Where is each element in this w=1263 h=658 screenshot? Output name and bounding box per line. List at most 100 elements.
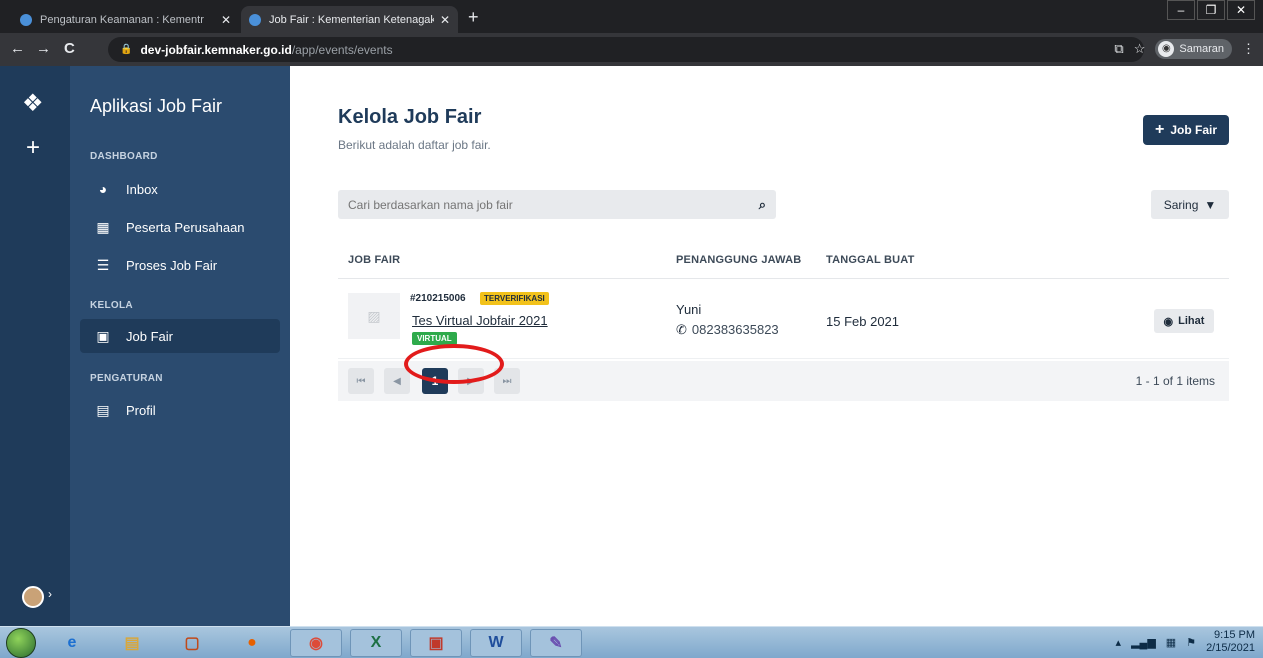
job-fair-table: JOB FAIR PENANGGUNG JAWAB TANGGAL BUAT ▨… xyxy=(338,243,1229,359)
start-button[interactable] xyxy=(6,628,36,658)
clock-time: 9:15 PM xyxy=(1214,629,1255,641)
url-field[interactable]: 🔒 dev-jobfair.kemnaker.go.id/app/events/… xyxy=(108,37,1144,62)
logo-icon[interactable]: ❖ xyxy=(22,92,44,116)
plus-icon: + xyxy=(1154,121,1165,138)
tab-title: Job Fair : Kementerian Ketenagak xyxy=(269,13,434,26)
clock[interactable]: 9:15 PM 2/15/2021 xyxy=(1206,629,1255,655)
lock-icon: 🔒 xyxy=(120,44,133,55)
event-name-link[interactable]: Tes Virtual Jobfair 2021 xyxy=(412,313,548,328)
back-icon[interactable]: ← xyxy=(10,40,25,58)
url-path: /app/events/events xyxy=(291,42,393,57)
view-button[interactable]: ◉ Lihat xyxy=(1154,309,1214,333)
restore-icon[interactable]: ❐ xyxy=(1197,0,1225,20)
chevron-right-icon[interactable]: › xyxy=(48,587,52,601)
funnel-icon: ▼ xyxy=(1204,197,1217,212)
system-tray: ▴ ▂▄▆ ▦ ⚑ 9:15 PM 2/15/2021 xyxy=(1116,629,1255,655)
created-date: 15 Feb 2021 xyxy=(826,314,900,329)
sidebar-item-label: Inbox xyxy=(126,181,158,197)
sidebar-item-label: Peserta Perusahaan xyxy=(126,219,245,235)
tray-arrow-icon[interactable]: ▴ xyxy=(1116,636,1122,649)
close-tab-icon[interactable]: ✕ xyxy=(440,13,450,27)
section-pengaturan: PENGATURAN xyxy=(90,373,163,384)
view-label: Lihat xyxy=(1178,315,1205,327)
word-icon[interactable]: W xyxy=(470,629,522,657)
search-icon[interactable]: ⌕ xyxy=(759,197,766,213)
window-controls: – ❐ ✕ xyxy=(1165,0,1255,20)
browser-tab-bar: Pengaturan Keamanan : Kementr ✕ Job Fair… xyxy=(0,0,1263,33)
favicon-icon xyxy=(249,13,261,26)
sidebar: Aplikasi Job Fair DASHBOARD ◕ Inbox ▦ Pe… xyxy=(70,66,290,626)
reload-icon[interactable]: C xyxy=(64,40,75,58)
sidebar-item-label: Job Fair xyxy=(126,328,173,344)
signal-icon[interactable]: ▂▄▆ xyxy=(1131,636,1156,649)
internet-explorer-icon[interactable]: e xyxy=(46,629,98,657)
task-list-icon: ☰ xyxy=(96,256,110,273)
tab-title: Pengaturan Keamanan : Kementr xyxy=(40,13,204,26)
close-tab-icon[interactable]: ✕ xyxy=(221,13,231,27)
bookmark-star-icon[interactable]: ☆ xyxy=(1134,41,1146,57)
add-job-fair-button[interactable]: + Job Fair xyxy=(1143,115,1229,145)
icon-rail: ❖ + › xyxy=(0,66,70,626)
menu-kebab-icon[interactable]: ⋮ xyxy=(1242,41,1255,57)
page-title: Kelola Job Fair xyxy=(338,106,482,128)
screen: Pengaturan Keamanan : Kementr ✕ Job Fair… xyxy=(0,0,1263,658)
browser-address-bar: ← → C 🔒 dev-jobfair.kemnaker.go.id/app/e… xyxy=(0,33,1263,66)
phone-icon: ✆ xyxy=(676,322,687,337)
url-domain: dev-jobfair.kemnaker.go.id xyxy=(140,42,292,57)
column-header-tanggal-buat: TANGGAL BUAT xyxy=(826,254,915,266)
column-header-job-fair: JOB FAIR xyxy=(348,254,401,266)
browser-actions: ⧉ ☆ ◉ Samaran ⋮ xyxy=(1114,39,1255,59)
avatar[interactable] xyxy=(22,586,44,608)
search-bar: ⌕ xyxy=(338,190,776,219)
event-thumbnail-icon: ▨ xyxy=(348,293,400,339)
browser-tab-security[interactable]: Pengaturan Keamanan : Kementr ✕ xyxy=(12,6,239,33)
pie-chart-icon: ◕ xyxy=(98,181,108,197)
sidebar-item-label: Proses Job Fair xyxy=(126,257,218,273)
firefox-icon[interactable]: ● xyxy=(226,629,278,657)
sidebar-item-peserta-perusahaan[interactable]: ▦ Peserta Perusahaan xyxy=(80,210,280,244)
sidebar-item-profil[interactable]: ▤ Profil xyxy=(80,393,280,427)
page-subtitle: Berikut adalah daftar job fair. xyxy=(338,138,491,152)
app-title: Aplikasi Job Fair xyxy=(90,96,223,116)
network-icon[interactable]: ▦ xyxy=(1166,636,1176,649)
filter-button[interactable]: Saring ▼ xyxy=(1151,190,1229,219)
translate-icon[interactable]: ⧉ xyxy=(1114,41,1123,57)
section-kelola: KELOLA xyxy=(90,300,133,311)
browser-tab-jobfair[interactable]: Job Fair : Kementerian Ketenagak ✕ xyxy=(241,6,458,33)
new-tab-button[interactable]: + xyxy=(468,6,479,28)
paint-icon[interactable]: ✎ xyxy=(530,629,582,657)
minimize-icon[interactable]: – xyxy=(1167,0,1195,20)
status-badge: TERVERIFIKASI xyxy=(480,292,549,305)
sidebar-item-inbox[interactable]: ◕ Inbox xyxy=(80,172,280,206)
column-header-penanggung-jawab: PENANGGUNG JAWAB xyxy=(676,254,802,266)
search-input[interactable] xyxy=(348,197,759,212)
favicon-icon xyxy=(20,13,32,26)
incognito-icon: ◉ xyxy=(1158,41,1175,57)
event-id: #210215006 xyxy=(410,293,466,304)
chrome-icon[interactable]: ◉ xyxy=(290,629,342,657)
section-dashboard: DASHBOARD xyxy=(90,151,158,162)
sidebar-item-proses-job-fair[interactable]: ☰ Proses Job Fair xyxy=(80,248,280,282)
filter-label: Saring xyxy=(1163,197,1199,212)
first-page-button[interactable]: ⏮ xyxy=(348,368,374,394)
app: ❖ + › Aplikasi Job Fair DASHBOARD ◕ Inbo… xyxy=(0,66,1263,626)
calendar-icon: ▣ xyxy=(96,327,110,344)
pic-phone-number: 082383635823 xyxy=(691,322,779,337)
taskbar: e ▤ ▢ ● ◉ X ▣ W ✎ ▴ ▂▄▆ ▦ ⚑ 9:15 PM 2/15… xyxy=(0,626,1263,658)
sidebar-item-job-fair[interactable]: ▣ Job Fair xyxy=(80,319,280,353)
forward-icon[interactable]: → xyxy=(36,40,51,58)
red-annotation-circle xyxy=(404,344,504,384)
close-window-icon[interactable]: ✕ xyxy=(1227,0,1255,20)
add-app-icon[interactable]: + xyxy=(26,136,40,160)
profile-chip[interactable]: ◉ Samaran xyxy=(1155,39,1232,59)
building-icon: ▦ xyxy=(96,218,110,235)
excel-icon[interactable]: X xyxy=(350,629,402,657)
clock-date: 2/15/2021 xyxy=(1206,642,1255,654)
flag-alert-icon[interactable]: ⚑ xyxy=(1186,636,1196,649)
presentation-app-icon[interactable]: ▣ xyxy=(410,629,462,657)
file-explorer-icon[interactable]: ▤ xyxy=(106,629,158,657)
add-job-fair-label: Job Fair xyxy=(1170,123,1218,137)
prev-page-button[interactable]: ◀ xyxy=(384,368,410,394)
pagination-info: 1 - 1 of 1 items xyxy=(1135,374,1215,388)
media-player-icon[interactable]: ▢ xyxy=(166,629,218,657)
